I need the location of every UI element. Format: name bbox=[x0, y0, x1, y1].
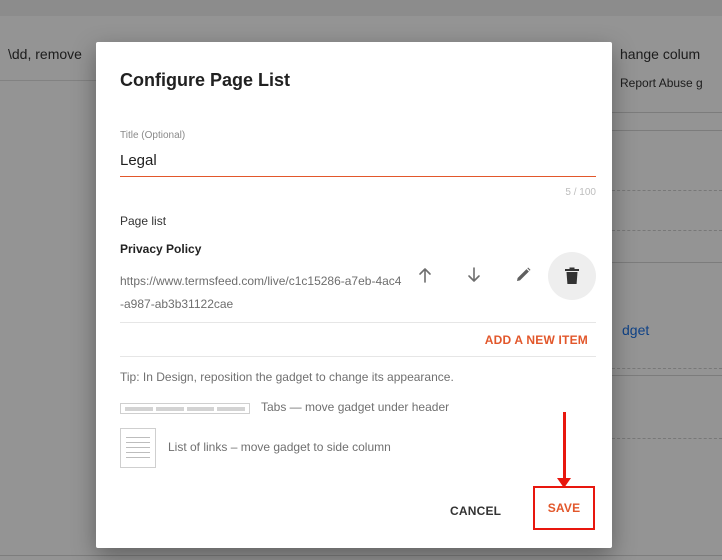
design-tip: Tip: In Design, reposition the gadget to… bbox=[120, 370, 454, 384]
tabs-layout-icon bbox=[120, 403, 250, 414]
dialog-title: Configure Page List bbox=[120, 70, 291, 90]
move-up-button[interactable] bbox=[408, 258, 442, 292]
cancel-button[interactable]: CANCEL bbox=[450, 504, 501, 518]
configure-page-list-dialog: Configure Page List Title (Optional) Leg… bbox=[96, 42, 612, 548]
annotation-arrow-head bbox=[557, 478, 571, 488]
section-divider bbox=[120, 356, 596, 357]
list-divider bbox=[120, 322, 596, 323]
page-list-label: Page list bbox=[120, 214, 167, 228]
pencil-icon bbox=[517, 267, 531, 281]
character-counter: 5 / 100 bbox=[565, 187, 596, 198]
title-input[interactable]: Legal bbox=[120, 152, 157, 169]
move-down-button[interactable] bbox=[457, 258, 491, 292]
page-item-url: https://www.termsfeed.com/live/c1c15286-… bbox=[120, 274, 402, 311]
title-input-underline bbox=[120, 176, 596, 177]
edit-item-button[interactable] bbox=[506, 258, 540, 292]
tabs-option-text: Tabs — move gadget under header bbox=[261, 400, 450, 414]
delete-item-button[interactable] bbox=[548, 252, 596, 300]
arrow-down-icon bbox=[468, 267, 480, 282]
trash-icon bbox=[565, 267, 579, 284]
annotation-arrow-shaft bbox=[563, 412, 566, 482]
arrow-up-icon bbox=[419, 268, 431, 283]
add-new-item-button[interactable]: ADD A NEW ITEM bbox=[485, 333, 588, 347]
list-layout-icon bbox=[120, 428, 156, 468]
page-item-title: Privacy Policy bbox=[120, 242, 202, 256]
list-option-text: List of links – move gadget to side colu… bbox=[168, 440, 391, 454]
title-field-label: Title (Optional) bbox=[120, 130, 186, 141]
save-button[interactable]: SAVE bbox=[533, 486, 595, 530]
